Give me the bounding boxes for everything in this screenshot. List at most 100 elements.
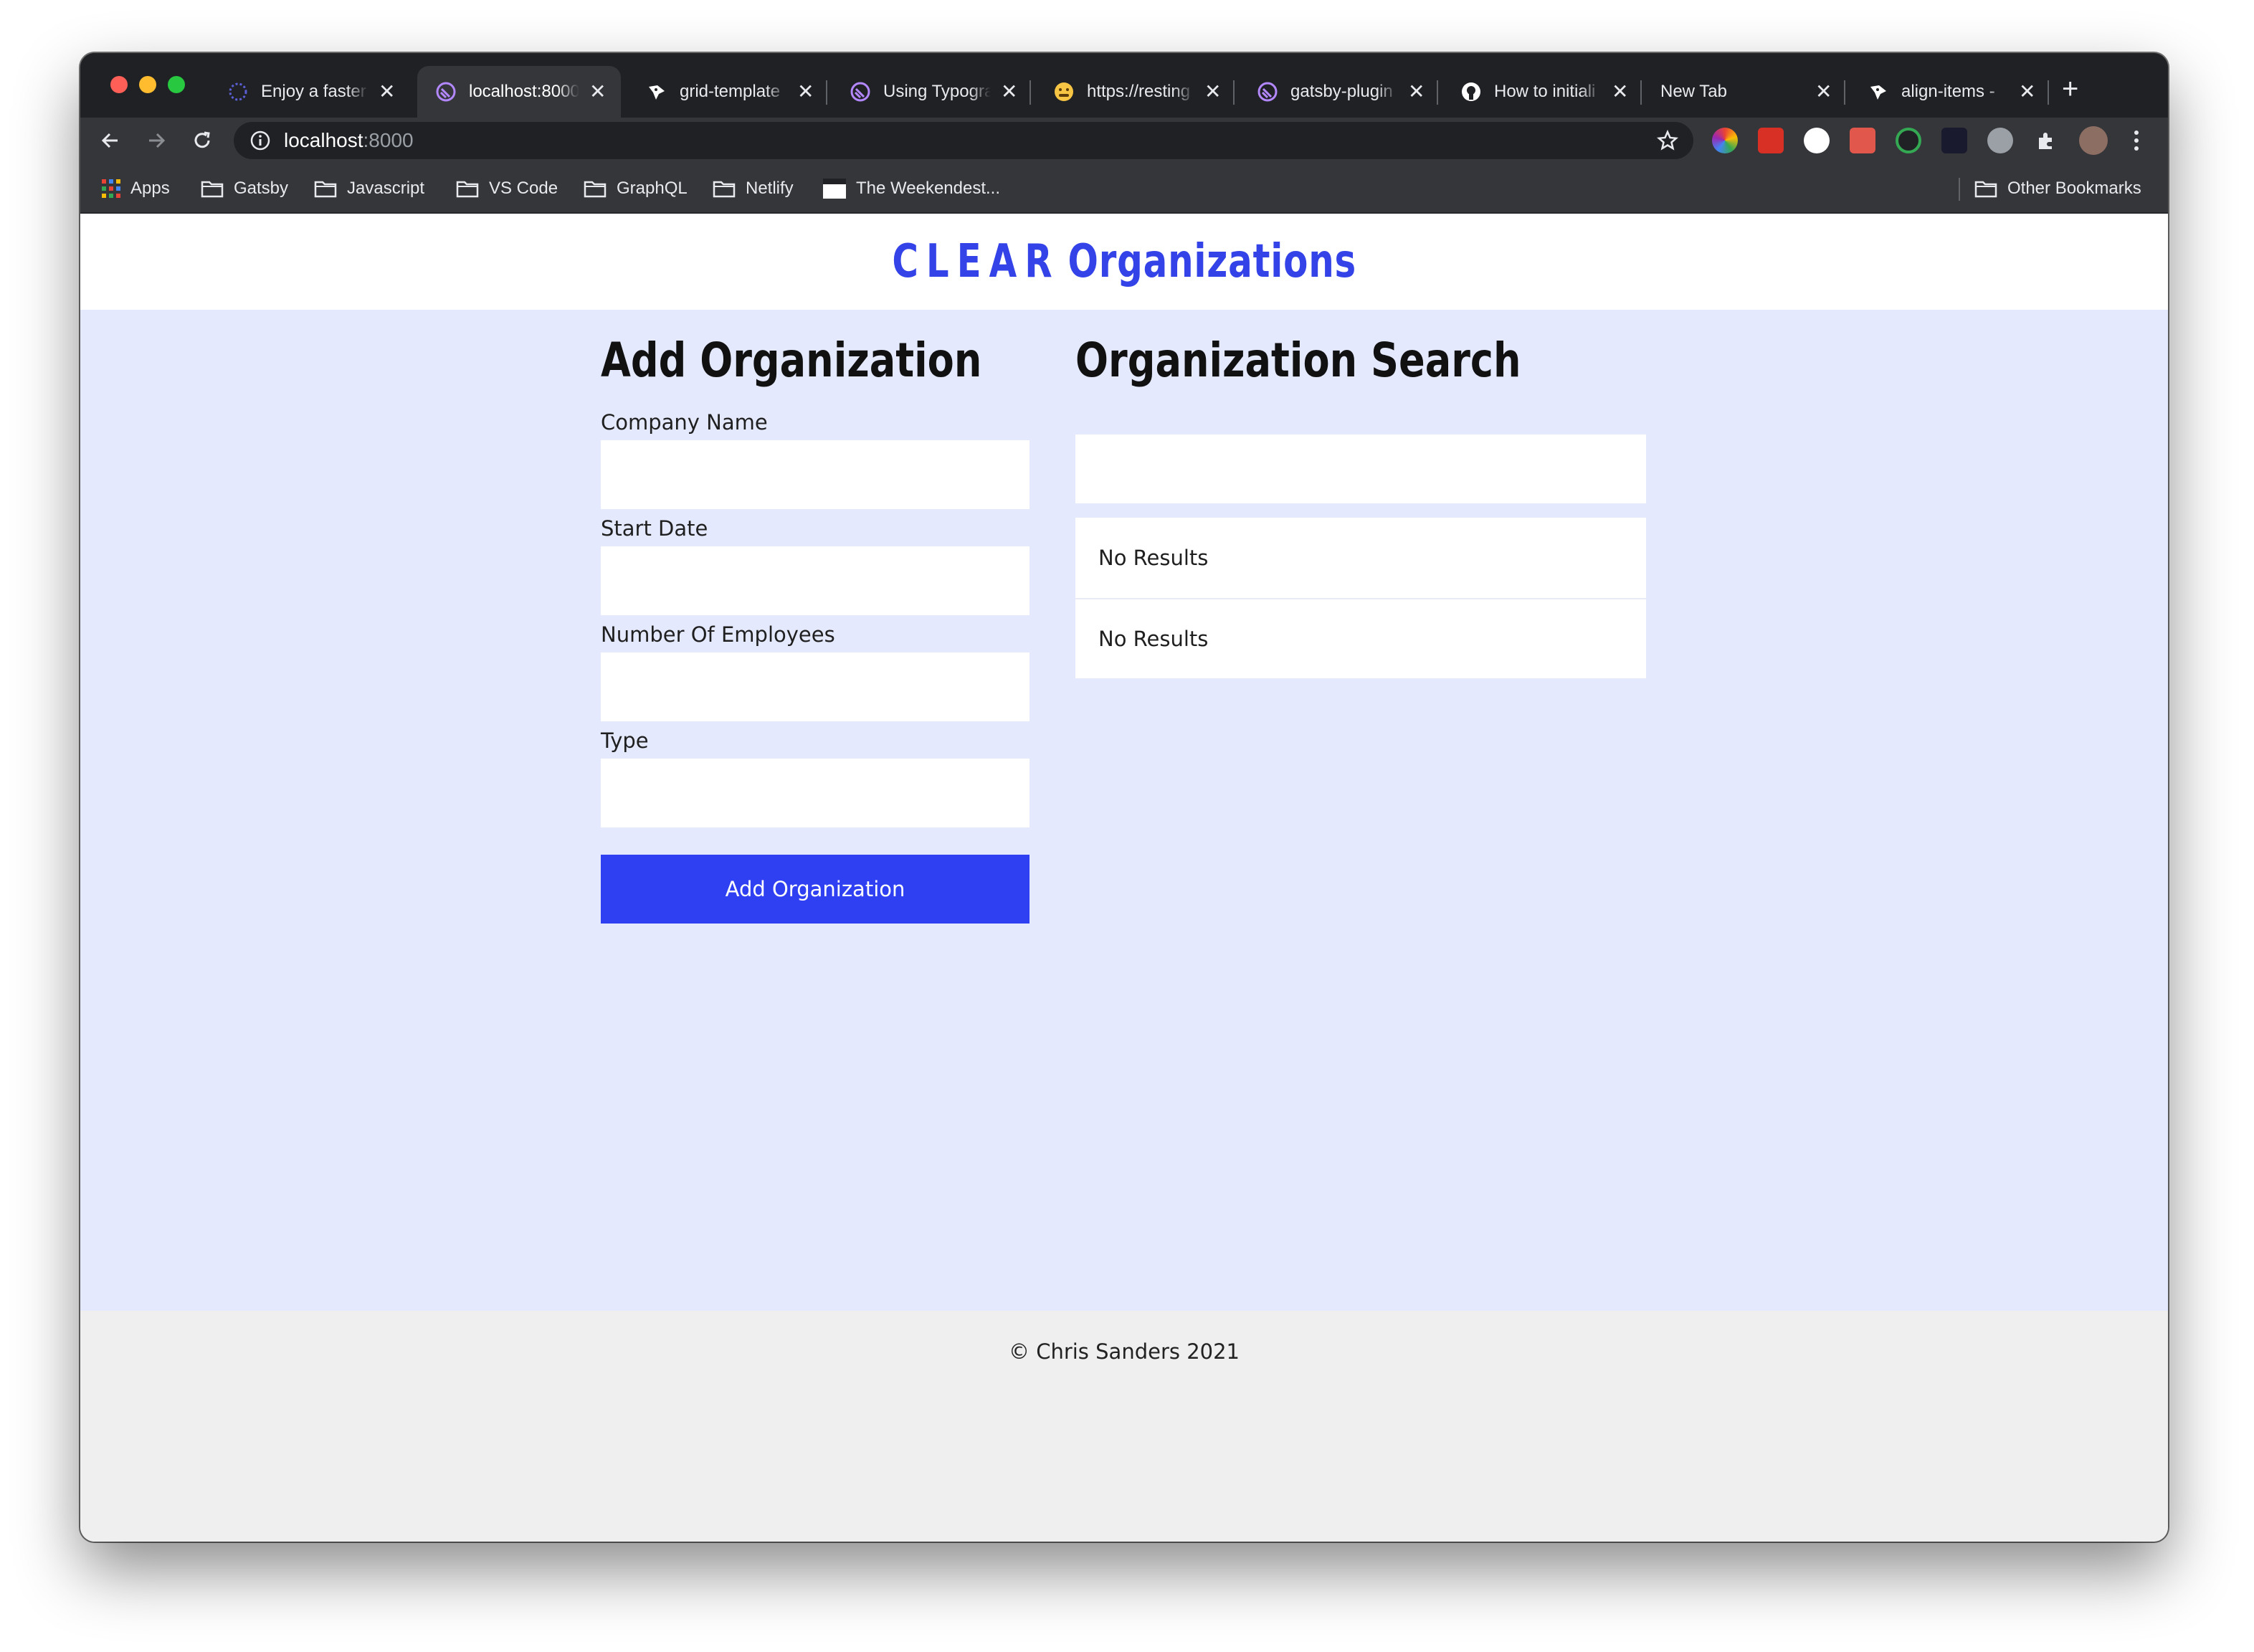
close-icon[interactable]: ✕ — [1204, 82, 1222, 102]
start-date-input[interactable] — [601, 546, 1029, 615]
bookmark-folder-netlify[interactable]: Netlify — [713, 163, 794, 214]
company-name-input[interactable] — [601, 440, 1029, 509]
tab-8[interactable]: New Tab ✕ — [1646, 66, 1847, 118]
tab-3[interactable]: grid-template ✕ — [628, 66, 829, 118]
tab-5[interactable]: https://resting ✕ — [1035, 66, 1236, 118]
tab-separator — [1844, 80, 1845, 105]
tab-title: Enjoy a faster — [261, 82, 366, 101]
number-of-employees-label: Number Of Employees — [601, 622, 835, 647]
start-date-label: Start Date — [601, 516, 708, 541]
tab-separator — [1233, 80, 1235, 105]
close-icon[interactable]: ✕ — [589, 82, 607, 102]
folder-icon — [584, 179, 607, 198]
add-organization-heading: Add Organization — [601, 333, 982, 388]
bookmark-label: Other Bookmarks — [2007, 179, 2141, 198]
green-ring-extension-icon[interactable] — [1896, 128, 1921, 153]
bookmark-star-icon[interactable] — [1656, 129, 1679, 152]
bookmark-separator — [1959, 178, 1960, 201]
folder-icon — [1974, 179, 1997, 198]
gatsby-icon — [434, 80, 457, 103]
color-picker-extension-icon[interactable] — [1712, 128, 1738, 153]
back-arrow-icon[interactable] — [95, 125, 126, 156]
bookmark-folder-gatsby[interactable]: Gatsby — [201, 163, 288, 214]
tab-title: Using Typography — [883, 82, 991, 101]
browser-toolbar: localhost:8000 — [80, 118, 2168, 163]
tab-title: https://resting — [1087, 82, 1191, 101]
zoom-window-button[interactable] — [168, 76, 185, 93]
close-icon[interactable]: ✕ — [797, 82, 814, 102]
close-icon[interactable]: ✕ — [1001, 82, 1018, 102]
bookmark-apps[interactable]: Apps — [102, 163, 170, 214]
tab-title: grid-template — [680, 82, 781, 101]
tab-separator — [2048, 80, 2049, 105]
bookmark-label: Javascript — [347, 179, 425, 198]
tab-separator — [1437, 80, 1438, 105]
puzzle-extensions-icon[interactable] — [2033, 128, 2059, 153]
tab-title: align-items - — [1901, 82, 1995, 101]
tab-title: New Tab — [1660, 82, 1727, 101]
folder-icon — [456, 179, 479, 198]
web-page: CLEAR Organizations Add Organization Comp… — [80, 214, 2168, 1542]
forward-arrow-icon[interactable] — [141, 125, 172, 156]
close-icon[interactable]: ✕ — [2019, 82, 2036, 102]
mdn-icon — [1867, 80, 1890, 103]
bookmark-label: The Weekendest... — [856, 179, 1000, 198]
folder-icon — [201, 179, 224, 198]
avatar[interactable] — [2079, 126, 2108, 155]
add-organization-form: Add Organization Company Name Start Date… — [601, 333, 1031, 924]
bookmark-folder-graphql[interactable]: GraphQL — [584, 163, 688, 214]
reload-icon[interactable] — [186, 125, 218, 156]
white-circle-extension-icon[interactable] — [1804, 128, 1830, 153]
bookmark-label: Gatsby — [234, 179, 289, 198]
dark-extension-icon[interactable] — [1941, 128, 1967, 153]
site-title[interactable]: CLEAR Organizations — [892, 235, 1356, 288]
red-extension-icon[interactable] — [1758, 128, 1784, 153]
organization-search-heading: Organization Search — [1075, 333, 1521, 388]
orange-extension-icon[interactable] — [1850, 128, 1875, 153]
tab-title: localhost:8000 — [469, 82, 579, 101]
tab-2-active[interactable]: localhost:8000 ✕ — [417, 66, 621, 118]
bookmark-folder-vs-code[interactable]: VS Code — [456, 163, 558, 214]
tab-title: gatsby-plugin — [1290, 82, 1393, 101]
more-menu-icon[interactable] — [2124, 128, 2149, 153]
gray-extension-icon[interactable] — [1987, 128, 2013, 153]
site-header: CLEAR Organizations — [80, 214, 2168, 310]
list-item: No Results — [1098, 546, 1209, 570]
tab-strip: Enjoy a faster ✕ localhost:8000 ✕ grid-t… — [80, 53, 2168, 118]
site-title-text: Organizations — [1067, 235, 1356, 288]
tab-title: How to initiali — [1494, 82, 1596, 101]
tab-1[interactable]: Enjoy a faster ✕ — [209, 66, 410, 118]
tab-separator — [826, 80, 827, 105]
organization-search: Organization Search No Results No Result… — [1075, 333, 1649, 691]
tab-4[interactable]: Using Typography ✕ — [832, 66, 1032, 118]
add-organization-button[interactable]: Add Organization — [601, 855, 1029, 924]
tab-9[interactable]: align-items - ✕ — [1850, 66, 2050, 118]
bookmark-label: Netlify — [746, 179, 794, 198]
tab-7[interactable]: How to initiali ✕ — [1442, 66, 1643, 118]
new-tab-plus-icon[interactable]: + — [2062, 75, 2078, 103]
folder-icon — [713, 179, 736, 198]
close-icon[interactable]: ✕ — [379, 82, 396, 102]
type-input[interactable] — [601, 759, 1029, 827]
gatsby-icon — [849, 80, 872, 103]
close-icon[interactable]: ✕ — [1815, 82, 1832, 102]
close-icon[interactable]: ✕ — [1612, 82, 1629, 102]
info-icon[interactable] — [249, 130, 271, 151]
bookmark-weekendest[interactable]: The Weekendest... — [823, 163, 1000, 214]
address-bar[interactable]: localhost:8000 — [234, 122, 1693, 159]
tab-6[interactable]: gatsby-plugin ✕ — [1239, 66, 1440, 118]
close-window-button[interactable] — [110, 76, 128, 93]
site-footer: © Chris Sanders 2021 — [80, 1311, 2168, 1542]
bookmark-label: Apps — [130, 179, 170, 198]
close-icon[interactable]: ✕ — [1408, 82, 1425, 102]
bookmark-folder-javascript[interactable]: Javascript — [314, 163, 424, 214]
site-brand: CLEAR — [892, 235, 1060, 288]
other-bookmarks-folder[interactable]: Other Bookmarks — [1974, 163, 2141, 214]
minimize-window-button[interactable] — [139, 76, 156, 93]
tab-separator — [1640, 80, 1642, 105]
number-of-employees-input[interactable] — [601, 652, 1029, 721]
tw-icon — [823, 179, 846, 199]
bookmarks-bar: Apps Gatsby Javascript VS Code GraphQL N… — [80, 163, 2168, 214]
apps-grid-icon — [102, 179, 120, 198]
search-input[interactable] — [1075, 435, 1646, 503]
